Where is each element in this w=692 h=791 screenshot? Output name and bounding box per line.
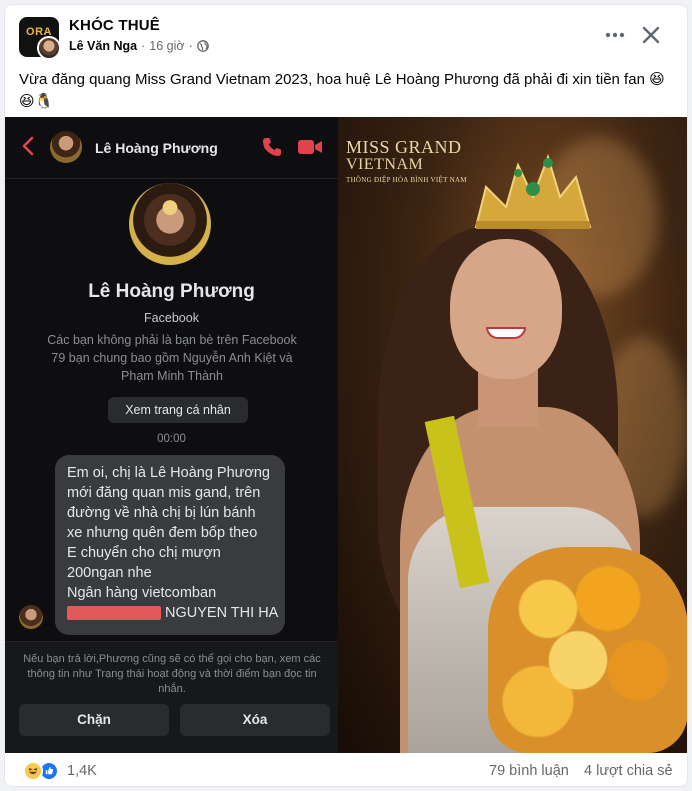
- chat-avatar: [50, 131, 82, 163]
- block-button: Chặn: [19, 704, 169, 736]
- chat-contact-name: Lê Hoàng Phương: [95, 140, 218, 156]
- post-meta: Lê Văn Nga · 16 giờ ·: [69, 39, 209, 53]
- profile-name: Lê Hoàng Phương: [88, 281, 255, 302]
- message-bubble: Em oi, chị là Lê Hoàng Phương mới đăng q…: [55, 455, 285, 635]
- smile-shape: [486, 327, 526, 339]
- message-line: Ngân hàng vietcomban: [67, 585, 217, 601]
- meta-separator: ·: [141, 39, 146, 53]
- pageant-logo: MISS GRAND VIETNAM THÔNG ĐIỆP HÒA BÌNH V…: [346, 137, 467, 184]
- message-line: 200ngan nhe: [67, 565, 152, 581]
- flower-bouquet: [488, 547, 687, 753]
- face-shape: [450, 239, 562, 379]
- message-line: Em oi, chị là Lê Hoàng Phương: [67, 465, 270, 481]
- author-avatar[interactable]: [37, 36, 61, 60]
- account-name: NGUYEN THI HA: [165, 605, 279, 621]
- author-name[interactable]: Lê Văn Nga: [69, 39, 137, 53]
- meta-separator-2: ·: [188, 39, 193, 53]
- delete-button: Xóa: [180, 704, 330, 736]
- post-media[interactable]: Lê Hoàng Phương Lê Hoàng Phương Facebook…: [5, 117, 687, 753]
- group-name[interactable]: KHÓC THUÊ: [69, 17, 160, 34]
- reaction-count[interactable]: 1,4K: [67, 763, 97, 779]
- redacted-account-number: [67, 606, 161, 621]
- view-profile-button: Xem trang cá nhân: [108, 397, 248, 423]
- post-header: ORA KHÓC THUÊ Lê Văn Nga · 16 giờ ·: [5, 5, 687, 63]
- logo-line: MISS GRAND: [346, 137, 462, 157]
- comment-count[interactable]: 79 bình luận: [489, 763, 569, 779]
- reply-notice: Nếu bạn trả lời,Phương cũng sẽ có thể gọ…: [23, 653, 321, 695]
- messenger-screenshot: Lê Hoàng Phương Lê Hoàng Phương Facebook…: [5, 117, 338, 753]
- profile-platform: Facebook: [144, 311, 199, 325]
- globe-icon: [196, 40, 209, 52]
- haha-reaction-icon[interactable]: [23, 761, 43, 781]
- sender-avatar: [19, 605, 43, 629]
- share-count[interactable]: 4 lượt chia sẻ: [584, 763, 673, 779]
- chat-timestamp: 00:00: [157, 433, 186, 445]
- profile-avatar: [129, 183, 211, 265]
- profile-note-line: Các bạn không phải là bạn bè trên Facebo…: [47, 333, 297, 347]
- message-line-account: NGUYEN THI HA: [67, 603, 278, 623]
- phone-icon: [263, 138, 281, 156]
- profile-note: Các bạn không phải là bạn bè trên Facebo…: [31, 331, 313, 385]
- more-options-icon[interactable]: [603, 23, 627, 47]
- post-caption: Vừa đăng quang Miss Grand Vietnam 2023, …: [19, 71, 665, 110]
- message-line: mới đăng quan mis gand, trên: [67, 485, 261, 501]
- profile-note-line: Phạm Minh Thành: [121, 369, 223, 383]
- post-time[interactable]: 16 giờ: [149, 39, 184, 53]
- message-line: đường về nhà chị bị lún bánh: [67, 505, 256, 521]
- close-icon[interactable]: [637, 21, 665, 49]
- logo-line: VIETNAM: [346, 156, 424, 173]
- profile-note-line: 79 bạn chung bao gồm Nguyễn Anh Kiệt và: [51, 351, 293, 365]
- chat-header: Lê Hoàng Phương: [5, 117, 338, 179]
- post-card: ORA KHÓC THUÊ Lê Văn Nga · 16 giờ · Vừa …: [4, 4, 688, 787]
- video-call-icon: [298, 140, 322, 154]
- crown-icon: [474, 153, 592, 229]
- chat-footer: Nếu bạn trả lời,Phương cũng sẽ có thể gọ…: [5, 641, 338, 753]
- back-arrow-icon: [22, 136, 34, 156]
- post-stats: 1,4K 79 bình luận 4 lượt chia sẻ: [5, 753, 687, 786]
- message-line: E chuyển cho chị mượn: [67, 545, 221, 561]
- pageant-photo: MISS GRAND VIETNAM THÔNG ĐIỆP HÒA BÌNH V…: [338, 117, 687, 753]
- message-line: xe nhưng quên đem bốp theo: [67, 525, 258, 541]
- logo-line: THÔNG ĐIỆP HÒA BÌNH VIỆT NAM: [346, 176, 467, 184]
